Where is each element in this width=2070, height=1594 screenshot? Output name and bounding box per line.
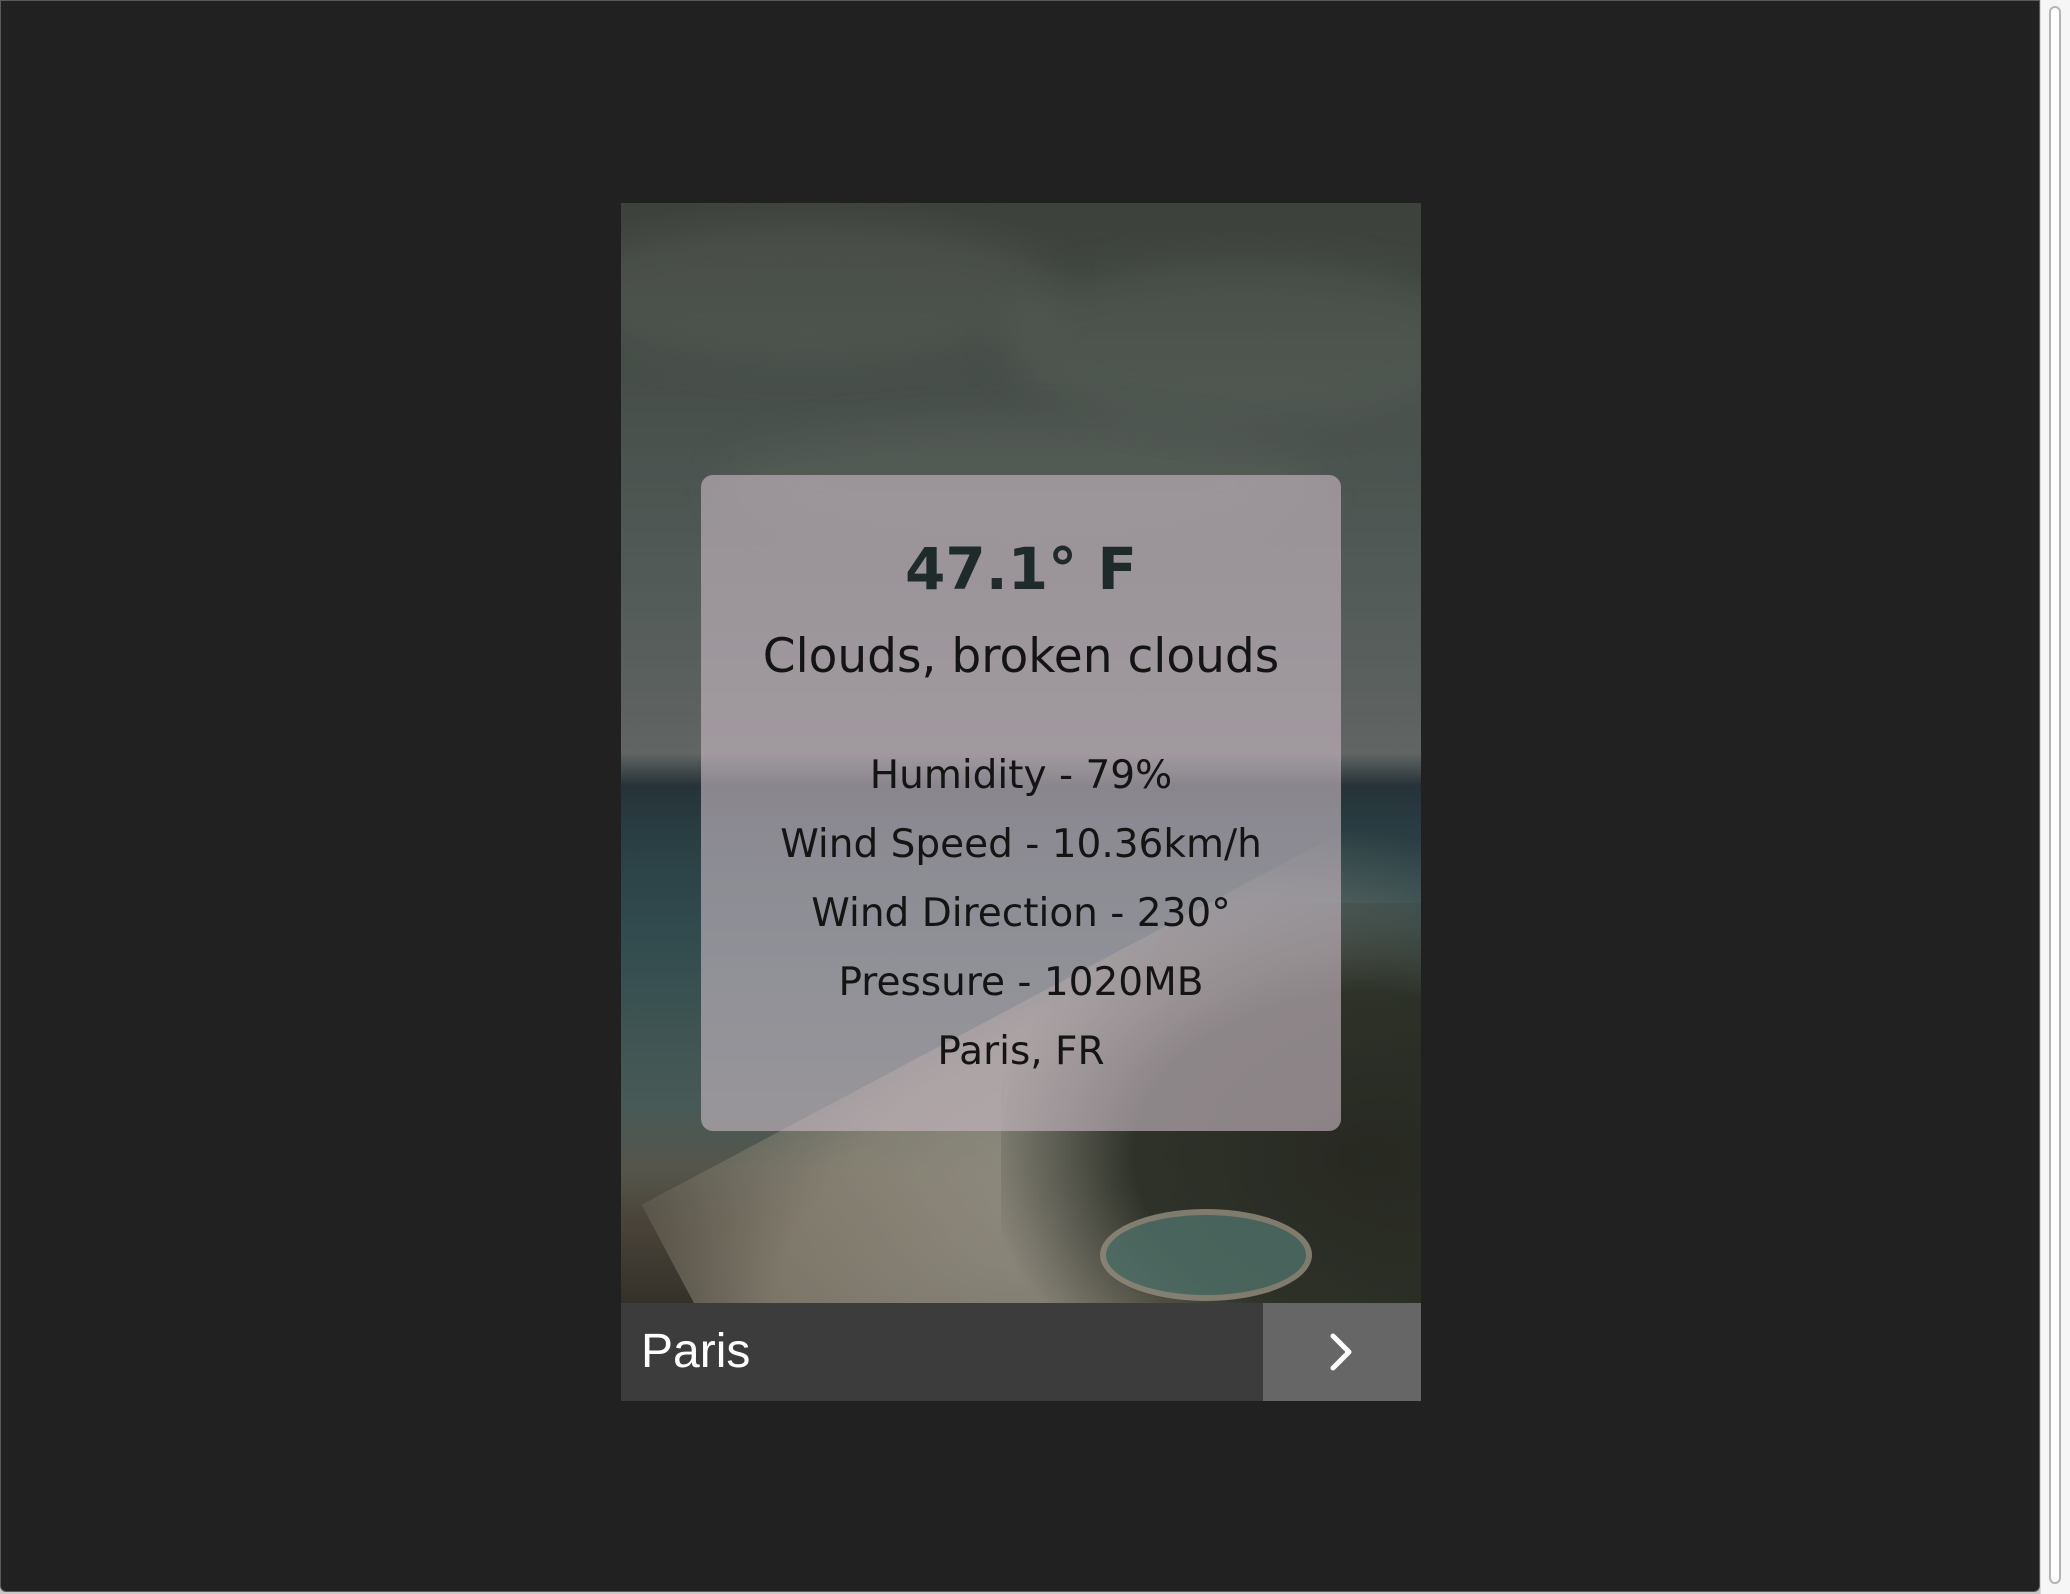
chevron-right-icon bbox=[1330, 1333, 1352, 1371]
browser-viewport: 47.1° F Clouds, broken clouds Humidity -… bbox=[0, 0, 2040, 1592]
weather-card: 47.1° F Clouds, broken clouds Humidity -… bbox=[621, 203, 1421, 1401]
wind-speed: Wind Speed - 10.36km/h bbox=[780, 822, 1262, 867]
vertical-scrollbar[interactable] bbox=[2040, 0, 2070, 1594]
wind-direction: Wind Direction - 230° bbox=[811, 891, 1231, 936]
weather-description: Clouds, broken clouds bbox=[762, 629, 1280, 684]
weather-details: Humidity - 79% Wind Speed - 10.36km/h Wi… bbox=[701, 741, 1341, 1086]
weather-info-panel: 47.1° F Clouds, broken clouds Humidity -… bbox=[701, 475, 1341, 1131]
scrollbar-thumb[interactable] bbox=[2049, 6, 2061, 1584]
location: Paris, FR bbox=[937, 1029, 1105, 1074]
temperature: 47.1° F bbox=[905, 535, 1137, 603]
card-footer: Paris bbox=[621, 1303, 1421, 1401]
city-name: Paris bbox=[641, 1325, 751, 1378]
pressure: Pressure - 1020MB bbox=[838, 960, 1204, 1005]
next-city-button[interactable] bbox=[1263, 1303, 1421, 1401]
humidity: Humidity - 79% bbox=[869, 753, 1173, 798]
